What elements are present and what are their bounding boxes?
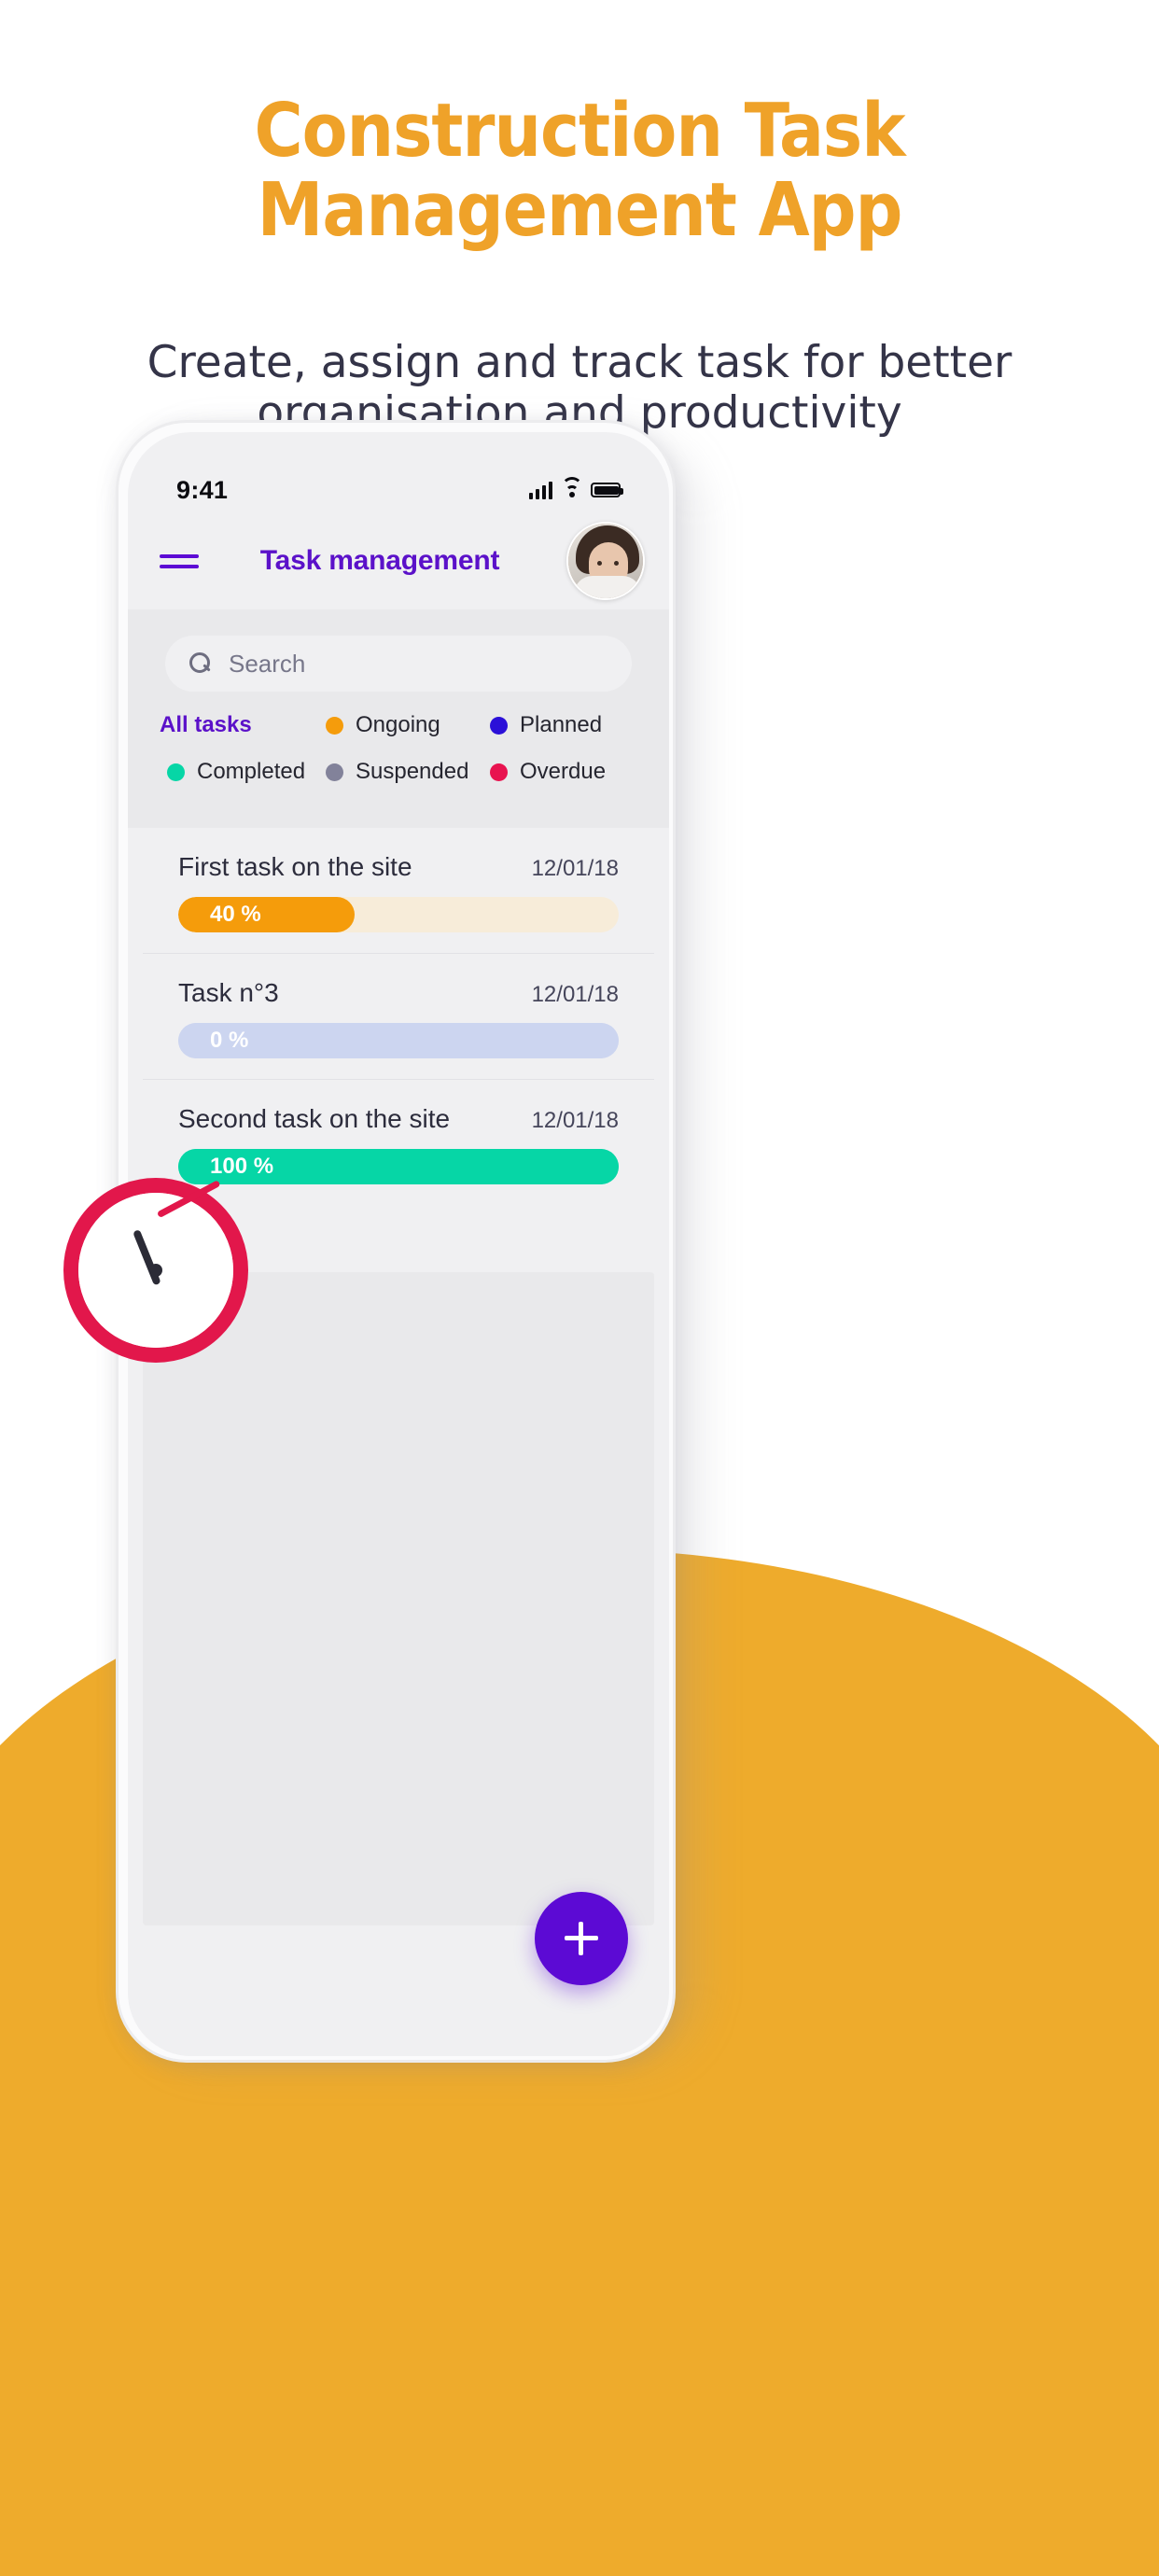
legend-item-ongoing[interactable]: Ongoing [326, 712, 490, 738]
task-list-empty-area [143, 1272, 654, 1925]
legend-label: Suspended [356, 759, 469, 784]
task-row[interactable]: Task n°3 12/01/18 0 % [143, 954, 654, 1080]
task-title: Task n°3 [178, 978, 279, 1007]
app-bar: Task management [128, 518, 669, 604]
legend-row-2: Completed Suspended Overdue [160, 759, 637, 785]
task-list: First task on the site 12/01/18 40 % Tas… [128, 828, 669, 1205]
task-title: Second task on the site [178, 1104, 451, 1133]
status-dot-overdue [490, 763, 508, 781]
legend-label: Completed [197, 759, 306, 784]
clock-face [78, 1180, 233, 1348]
battery-icon [591, 483, 623, 497]
task-progress-label: 40 % [210, 902, 261, 927]
page-title: Construction Task Management App [254, 88, 905, 253]
legend-item-all-tasks[interactable]: All tasks [160, 712, 326, 738]
wifi-icon [561, 476, 582, 498]
legend-label: Ongoing [356, 712, 440, 737]
task-progress-fill: 0 % [178, 1023, 619, 1058]
task-progress-track: 40 % [178, 897, 619, 932]
legend-item-completed[interactable]: Completed [160, 759, 326, 785]
task-row[interactable]: Second task on the site 12/01/18 100 % [143, 1080, 654, 1205]
task-header: First task on the site 12/01/18 [178, 852, 619, 882]
legend-item-suspended[interactable]: Suspended [326, 759, 490, 785]
status-icons [528, 476, 623, 499]
task-header: Task n°3 12/01/18 [178, 978, 619, 1008]
task-progress-fill: 40 % [178, 897, 355, 932]
clock-graphic [63, 1178, 248, 1363]
task-progress-track: 0 % [178, 1023, 619, 1058]
status-bar: 9:41 [128, 469, 669, 511]
task-progress-label: 100 % [210, 1154, 274, 1179]
task-title: First task on the site [178, 852, 412, 881]
filter-panel: Search All tasks Ongoing Planned Complet… [128, 609, 669, 828]
plus-icon [563, 1920, 600, 1957]
legend-label: Overdue [520, 759, 607, 784]
clock-hour-hand [133, 1229, 161, 1286]
status-time: 9:41 [176, 475, 229, 504]
search-input[interactable]: Search [165, 636, 632, 692]
task-date: 12/01/18 [531, 1108, 619, 1133]
search-icon [189, 652, 212, 675]
task-row[interactable]: First task on the site 12/01/18 40 % [143, 828, 654, 954]
legend-row-1: All tasks Ongoing Planned [160, 712, 637, 738]
clock-minute-hand [156, 1180, 221, 1219]
task-date: 12/01/18 [531, 856, 619, 881]
task-progress-label: 0 % [210, 1028, 249, 1053]
add-task-button[interactable] [535, 1892, 628, 1985]
search-placeholder: Search [229, 649, 306, 678]
task-date: 12/01/18 [531, 982, 619, 1007]
status-legend: All tasks Ongoing Planned Completed Susp… [128, 712, 669, 805]
clock-center-pin [149, 1264, 162, 1277]
task-header: Second task on the site 12/01/18 [178, 1104, 619, 1134]
legend-label: Planned [520, 712, 603, 737]
signal-icon [528, 481, 552, 499]
legend-item-overdue[interactable]: Overdue [490, 759, 606, 785]
legend-label: All tasks [160, 712, 252, 737]
task-progress-fill: 100 % [178, 1149, 619, 1184]
status-dot-ongoing [326, 716, 343, 735]
status-dot-planned [490, 716, 508, 735]
legend-item-planned[interactable]: Planned [490, 712, 602, 738]
task-progress-track: 100 % [178, 1149, 619, 1184]
avatar[interactable] [566, 522, 645, 600]
status-dot-suspended [326, 763, 343, 781]
status-dot-completed [167, 763, 185, 781]
app-bar-title: Task management [259, 545, 500, 576]
